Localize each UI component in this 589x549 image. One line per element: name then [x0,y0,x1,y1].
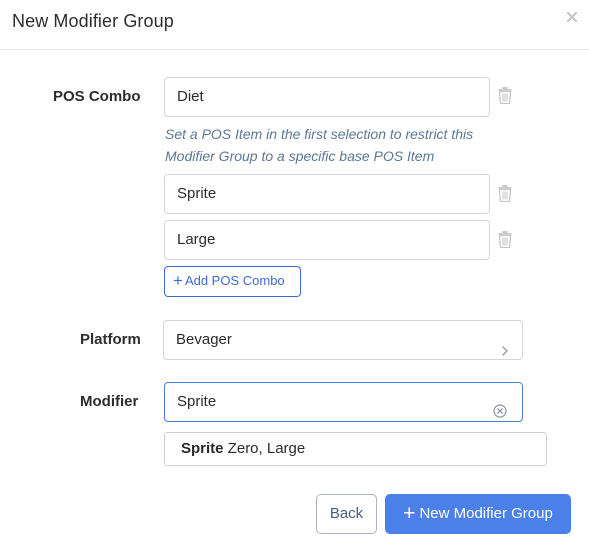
pos-combo-help-text: Set a POS Item in the first selection to… [165,126,474,164]
trash-icon[interactable] [498,87,512,105]
plus-icon: + [173,271,183,290]
new-modifier-group-button-label: New Modifier Group [419,505,553,522]
circle-x-icon[interactable] [493,395,507,418]
add-pos-combo-button[interactable]: + Add POS Combo [164,266,301,297]
suggestion-match-text: Sprite [181,440,224,457]
pos-combo-input-2[interactable]: Sprite [164,174,490,214]
platform-select[interactable]: Bevager [163,320,523,360]
back-button[interactable]: Back [316,494,377,534]
pos-combo-input-1[interactable]: Diet [164,77,490,117]
new-modifier-group-modal: New Modifier Group POS Combo Diet Set a … [0,0,589,549]
modal-title: New Modifier Group [12,11,174,31]
modifier-search-input[interactable]: Sprite [164,382,523,422]
suggestion-rest-text: Zero, Large [223,440,306,457]
trash-icon[interactable] [498,231,512,249]
modifier-label: Modifier [80,393,139,410]
close-icon[interactable] [565,10,579,24]
platform-value: Bevager [176,331,232,348]
platform-label: Platform [80,331,141,348]
chevron-right-icon [500,334,510,356]
modifier-value: Sprite [177,393,217,410]
pos-combo-input-3[interactable]: Large [164,220,490,260]
modal-header: New Modifier Group [0,0,589,50]
add-pos-combo-label: Add POS Combo [184,273,285,288]
trash-icon[interactable] [498,185,512,203]
new-modifier-group-button[interactable]: + New Modifier Group [385,494,571,534]
pos-combo-label: POS Combo [53,88,141,105]
plus-icon: + [403,502,416,525]
modifier-suggestion-item[interactable]: Sprite Zero, Large [164,432,547,466]
